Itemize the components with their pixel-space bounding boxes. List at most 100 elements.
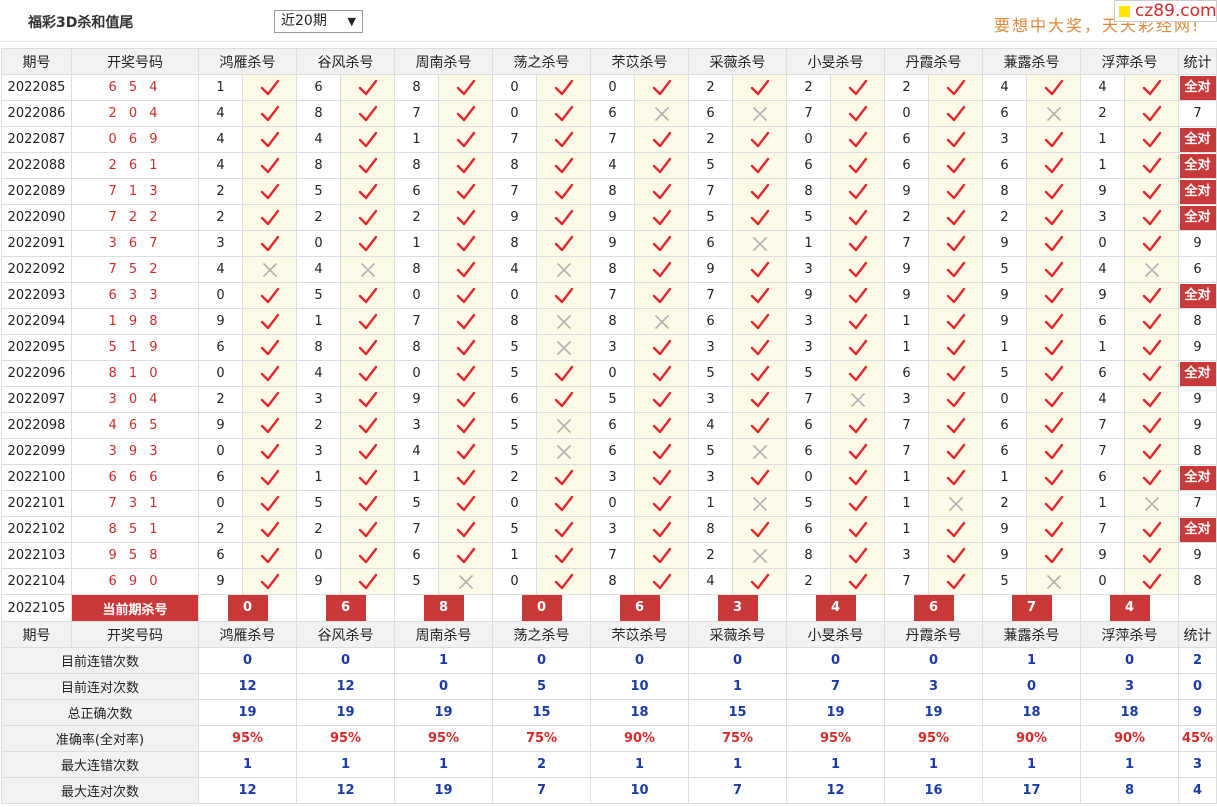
summary-value: 15 <box>688 699 787 726</box>
result-mark-cell <box>536 308 591 335</box>
result-mark-cell <box>242 516 297 543</box>
kill-number-cell: 8 <box>296 100 341 127</box>
result-mark-cell <box>928 126 983 153</box>
check-icon <box>1142 183 1161 199</box>
period-cell: 2022097 <box>1 386 72 413</box>
result-mark-cell <box>438 74 493 101</box>
kill-number-cell: 2 <box>296 516 341 543</box>
kill-number-cell: 0 <box>1080 230 1125 257</box>
check-icon <box>260 339 279 355</box>
result-mark-cell <box>732 360 787 387</box>
check-icon <box>652 391 671 407</box>
check-icon <box>946 391 965 407</box>
period-cell: 2022092 <box>1 256 72 283</box>
result-mark-cell <box>732 334 787 361</box>
summary-value: 3 <box>884 673 983 700</box>
result-mark-cell <box>928 334 983 361</box>
result-mark-cell <box>1026 256 1081 283</box>
prediction-badge: 3 <box>717 595 758 621</box>
period-cell: 2022095 <box>1 334 72 361</box>
summary-label: 准确率(全对率) <box>1 725 199 752</box>
check-icon <box>358 391 377 407</box>
check-icon <box>554 105 573 121</box>
check-icon <box>1142 573 1161 589</box>
column-header: 统计 <box>1178 621 1217 648</box>
check-icon <box>750 261 769 277</box>
check-icon <box>946 339 965 355</box>
result-mark-cell <box>634 386 689 413</box>
result-mark-cell <box>1026 568 1081 595</box>
result-mark-cell <box>242 230 297 257</box>
period-cell: 2022093 <box>1 282 72 309</box>
cross-icon <box>752 236 767 251</box>
check-icon <box>456 339 475 355</box>
kill-number-cell: 2 <box>198 204 243 231</box>
result-mark-cell <box>732 412 787 439</box>
result-mark-cell <box>438 568 493 595</box>
summary-value: 1 <box>884 751 983 778</box>
kill-number-cell: 4 <box>198 100 243 127</box>
site-logo[interactable]: cz89.com <box>1114 0 1217 22</box>
kill-number-cell: 5 <box>688 360 733 387</box>
period-cell: 2022104 <box>1 568 72 595</box>
summary-row: 总正确次数 19 19 19 15 18 15 19 19 18 18 9 <box>1 699 1217 726</box>
result-mark-cell <box>830 178 885 205</box>
prediction-badge: 6 <box>619 595 660 621</box>
cross-icon <box>654 106 669 121</box>
column-header: 蒹露杀号 <box>982 621 1081 648</box>
chevron-down-icon: ▼ <box>347 15 356 28</box>
summary-label: 目前连对次数 <box>1 673 199 700</box>
check-icon <box>456 313 475 329</box>
kill-number-cell: 8 <box>492 152 537 179</box>
kill-number-cell: 6 <box>982 100 1027 127</box>
check-icon <box>358 183 377 199</box>
stat-cell: 全对 <box>1178 204 1217 231</box>
result-mark-cell <box>438 152 493 179</box>
kill-number-cell: 9 <box>688 256 733 283</box>
kill-number-cell: 9 <box>394 386 439 413</box>
result-mark-cell <box>830 282 885 309</box>
prediction-badge: 4 <box>815 595 856 621</box>
result-mark-cell <box>438 204 493 231</box>
stat-cell: 全对 <box>1178 178 1217 205</box>
result-mark-cell <box>634 282 689 309</box>
kill-number-cell: 8 <box>492 308 537 335</box>
check-icon <box>358 287 377 303</box>
check-icon <box>1142 157 1161 173</box>
check-icon <box>1142 547 1161 563</box>
result-mark-cell <box>1124 178 1179 205</box>
result-mark-cell <box>1124 490 1179 517</box>
summary-value: 0 <box>884 647 983 674</box>
kill-number-cell: 0 <box>1080 568 1125 595</box>
check-icon <box>554 573 573 589</box>
cross-icon <box>556 340 571 355</box>
kill-number-cell: 0 <box>590 360 635 387</box>
range-select[interactable]: 近20期 ▼ <box>274 10 363 33</box>
kill-number-cell: 2 <box>982 204 1027 231</box>
kill-number-cell: 0 <box>394 282 439 309</box>
summary-value: 90% <box>1080 725 1179 752</box>
check-icon <box>946 235 965 251</box>
result-mark-cell <box>830 334 885 361</box>
table-row: 2022098 4 6 592356467679 <box>1 412 1217 439</box>
result-mark-cell <box>242 126 297 153</box>
result-mark-cell <box>536 542 591 569</box>
kill-number-cell: 3 <box>688 464 733 491</box>
summary-value: 3 <box>1080 673 1179 700</box>
result-mark-cell <box>1026 282 1081 309</box>
kill-number-cell: 4 <box>1080 256 1125 283</box>
summary-value: 1 <box>982 647 1081 674</box>
summary-value: 18 <box>982 699 1081 726</box>
check-icon <box>946 521 965 537</box>
check-icon <box>848 417 867 433</box>
result-mark-cell <box>1124 464 1179 491</box>
check-icon <box>358 547 377 563</box>
summary-value: 95% <box>296 725 395 752</box>
check-icon <box>848 495 867 511</box>
kill-number-cell: 0 <box>492 490 537 517</box>
summary-value: 95% <box>786 725 885 752</box>
result-mark-cell <box>438 464 493 491</box>
result-mark-cell <box>732 568 787 595</box>
result-mark-cell <box>242 542 297 569</box>
check-icon <box>848 313 867 329</box>
